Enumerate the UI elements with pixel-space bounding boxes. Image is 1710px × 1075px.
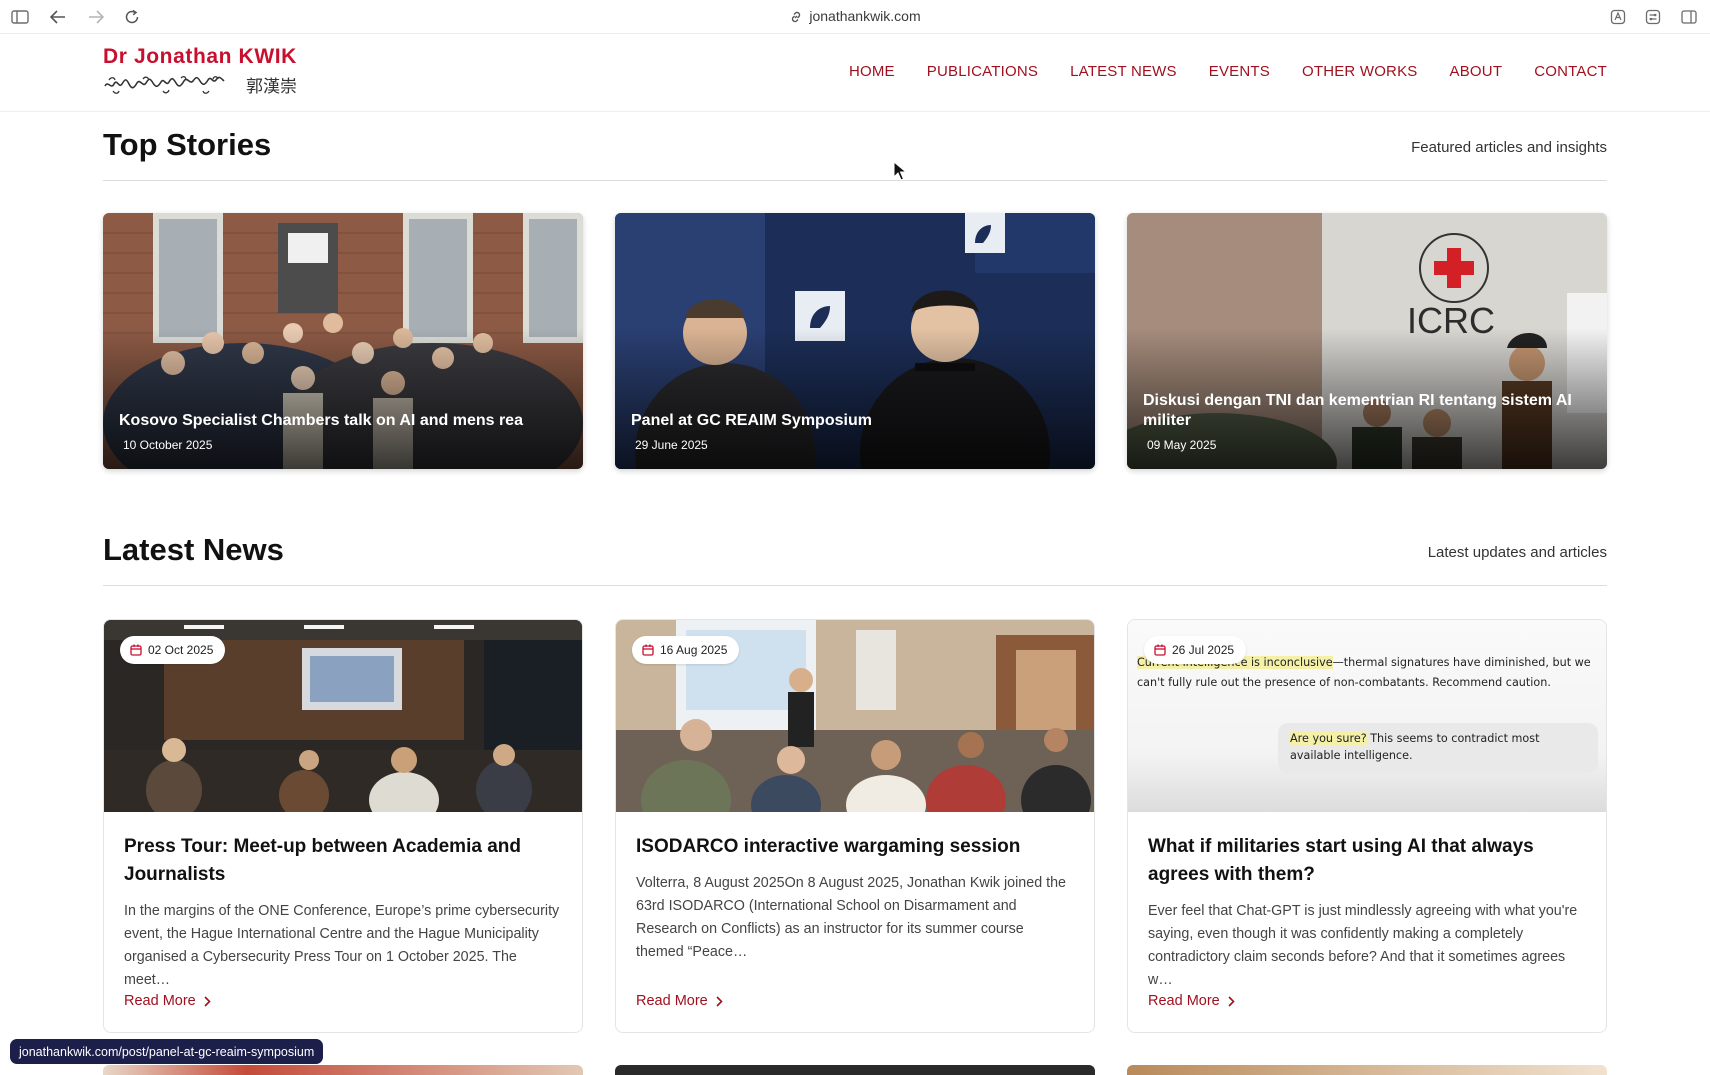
calendar-icon	[1154, 644, 1166, 656]
story-title[interactable]: Kosovo Specialist Chambers talk on AI an…	[119, 411, 567, 431]
news-title[interactable]: What if militaries start using AI that a…	[1148, 833, 1586, 889]
nav-other-works[interactable]: OTHER WORKS	[1302, 63, 1418, 80]
date-badge: 16 Aug 2025	[632, 636, 740, 664]
browser-toolbar: jonathankwik.com	[0, 0, 1710, 34]
calendar-icon	[130, 644, 142, 656]
nav-home[interactable]: HOME	[849, 63, 895, 80]
status-bar-link: jonathankwik.com/post/panel-at-gc-reaim-…	[10, 1039, 324, 1064]
extension-icon[interactable]	[1643, 7, 1663, 27]
chevron-right-icon	[204, 995, 211, 1007]
story-title[interactable]: Diskusi dengan TNI dan kementrian RI ten…	[1143, 391, 1591, 431]
logo-chinese-name: 郭漢崇	[246, 77, 297, 97]
translate-icon[interactable]	[1608, 7, 1628, 27]
chevron-right-icon	[716, 995, 723, 1007]
date-badge: 26 Jul 2025	[1144, 636, 1247, 664]
read-more-label: Read More	[1148, 993, 1220, 1009]
address-text: jonathankwik.com	[809, 8, 921, 24]
top-stories-heading: Top Stories	[103, 127, 272, 162]
split-view-icon[interactable]	[1679, 7, 1699, 27]
news-card-peek[interactable]	[103, 1065, 583, 1075]
story-card[interactable]: Panel at GC REAIM Symposium 29 June 2025	[615, 213, 1095, 469]
nav-latest-news[interactable]: LATEST NEWS	[1070, 63, 1177, 80]
news-title[interactable]: Press Tour: Meet-up between Academia and…	[124, 833, 562, 889]
latest-news-header: Latest News Latest updates and articles	[103, 532, 1607, 586]
site-header: Dr Jonathan KWIK 郭漢崇 HOME PUBLICATIONS L…	[0, 34, 1710, 112]
latest-news-heading: Latest News	[103, 532, 284, 567]
story-date: 29 June 2025	[635, 438, 708, 452]
site-logo[interactable]: Dr Jonathan KWIK 郭漢崇	[103, 45, 297, 97]
read-more-label: Read More	[636, 993, 708, 1009]
story-card[interactable]: ICRC Diskusi dengan TNI dan kementrian R…	[1127, 213, 1607, 469]
latest-news-subheading: Latest updates and articles	[1427, 544, 1607, 561]
news-card-peek[interactable]	[615, 1065, 1095, 1075]
news-card-peek[interactable]	[1127, 1065, 1607, 1075]
badge-date: 02 Oct 2025	[148, 643, 214, 657]
news-card[interactable]: 02 Oct 2025 Press Tour: Meet-up between …	[103, 619, 583, 1033]
news-card[interactable]: Current intelligence is inconclusive—the…	[1127, 619, 1607, 1033]
news-title[interactable]: ISODARCO interactive wargaming session	[636, 833, 1074, 861]
read-more-label: Read More	[124, 993, 196, 1009]
read-more-link[interactable]: Read More	[636, 993, 723, 1009]
story-card[interactable]: Kosovo Specialist Chambers talk on AI an…	[103, 213, 583, 469]
story-date: 10 October 2025	[123, 438, 213, 452]
calendar-icon	[642, 644, 654, 656]
nav-publications[interactable]: PUBLICATIONS	[927, 63, 1038, 80]
address-bar[interactable]: jonathankwik.com	[0, 8, 1710, 24]
chevron-right-icon	[1228, 995, 1235, 1007]
top-stories-subheading: Featured articles and insights	[1411, 139, 1607, 156]
news-excerpt: In the margins of the ONE Conference, Eu…	[124, 903, 560, 988]
nav-events[interactable]: EVENTS	[1209, 63, 1270, 80]
nav-contact[interactable]: CONTACT	[1534, 63, 1607, 80]
read-more-link[interactable]: Read More	[124, 993, 211, 1009]
news-excerpt: Volterra, 8 August 2025On 8 August 2025,…	[636, 875, 1067, 960]
logo-title: Dr Jonathan KWIK	[103, 45, 297, 68]
news-card[interactable]: 16 Aug 2025 ISODARCO interactive wargami…	[615, 619, 1095, 1033]
top-stories-header: Top Stories Featured articles and insigh…	[103, 127, 1607, 181]
chat-bubble: Are you sure? This seems to contradict m…	[1278, 723, 1598, 773]
news-excerpt: Ever feel that Chat-GPT is just mindless…	[1148, 903, 1578, 988]
read-more-link[interactable]: Read More	[1148, 993, 1235, 1009]
mouse-cursor-icon	[893, 161, 907, 181]
story-title[interactable]: Panel at GC REAIM Symposium	[631, 411, 1079, 431]
javanese-script-logo	[104, 75, 225, 94]
story-date: 09 May 2025	[1147, 438, 1217, 452]
date-badge: 02 Oct 2025	[120, 636, 226, 664]
badge-date: 16 Aug 2025	[660, 643, 728, 657]
link-icon	[792, 11, 801, 23]
nav-about[interactable]: ABOUT	[1450, 63, 1503, 80]
badge-date: 26 Jul 2025	[1172, 643, 1235, 657]
main-nav: HOME PUBLICATIONS LATEST NEWS EVENTS OTH…	[849, 63, 1607, 80]
bubble-highlight-text: Are you sure?	[1290, 732, 1367, 745]
